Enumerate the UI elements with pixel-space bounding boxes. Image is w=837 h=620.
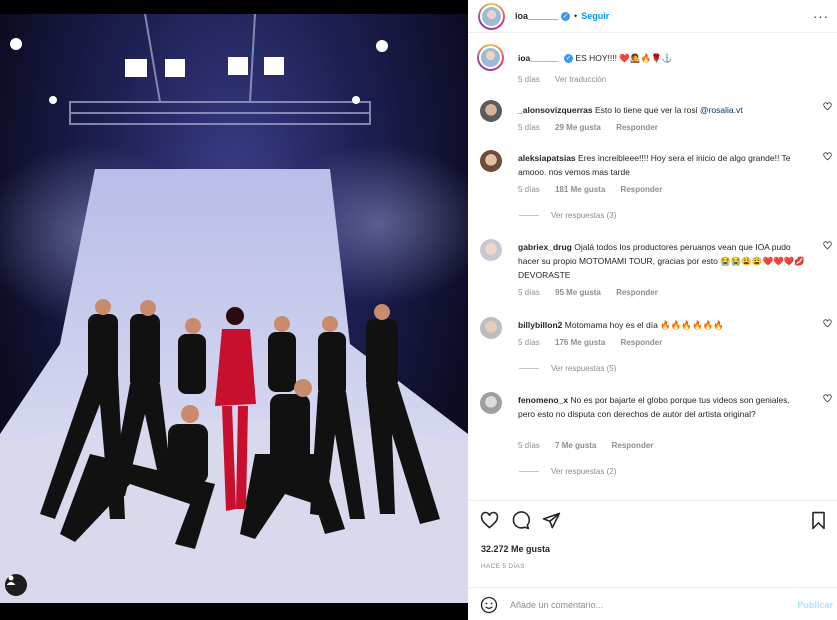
- comment-meta: 5 días 29 Me gusta Responder: [518, 123, 671, 132]
- comment-avatar[interactable]: [480, 317, 502, 339]
- author-username[interactable]: ioa______: [515, 11, 558, 21]
- comment-avatar[interactable]: [480, 392, 502, 414]
- heart-icon[interactable]: [823, 319, 832, 328]
- likes-count[interactable]: 32.272 Me gusta: [481, 544, 550, 554]
- view-replies-button[interactable]: Ver respuestas (3): [519, 211, 616, 220]
- post-actions: 32.272 Me gusta HACE 5 DÍAS Añade un com…: [468, 500, 837, 620]
- comment-likes[interactable]: 29 Me gusta: [555, 123, 601, 132]
- comments-list[interactable]: ioa______ ✓ ES HOY!!!! ❤️🧑‍🎤🔥🌹⚓ 5 días V…: [468, 40, 837, 498]
- comment-username[interactable]: gabriex_drug: [518, 242, 572, 252]
- avatar[interactable]: [478, 2, 505, 30]
- comment-username[interactable]: aleksiapatsias: [518, 153, 576, 163]
- heart-icon[interactable]: [823, 241, 832, 250]
- bookmark-icon[interactable]: [809, 511, 828, 530]
- caption-text: ES HOY!!!! ❤️🧑‍🎤🔥🌹⚓: [575, 53, 673, 63]
- separator-dot: •: [574, 11, 578, 21]
- caption-avatar[interactable]: [477, 44, 504, 71]
- post-side-panel: ioa______ ✓ • Seguir ··· ioa______ ✓ ES …: [468, 0, 837, 620]
- view-replies-label[interactable]: Ver respuestas (5): [551, 364, 616, 373]
- user-tag-icon[interactable]: [5, 574, 27, 596]
- comment-meta: 5 días 95 Me gusta Responder: [518, 288, 671, 297]
- bottom-black-bar: [0, 603, 468, 620]
- caption-meta: 5 días Ver traducción: [518, 75, 619, 84]
- comment-bubble-icon[interactable]: [511, 511, 530, 530]
- comment-meta: 5 días 181 Me gusta Responder: [518, 185, 675, 194]
- comment-likes[interactable]: 95 Me gusta: [555, 288, 601, 297]
- reply-button[interactable]: Responder: [612, 441, 654, 450]
- replies-line: [519, 471, 539, 472]
- view-replies-button[interactable]: Ver respuestas (2): [519, 467, 616, 476]
- verified-badge-icon: ✓: [564, 54, 574, 64]
- share-paper-plane-icon[interactable]: [542, 511, 561, 530]
- add-comment-bar: Añade un comentario... Publicar: [468, 587, 837, 620]
- comment-text: Motomama hoy es el día 🔥🔥🔥🔥🔥🔥: [564, 320, 724, 330]
- heart-icon[interactable]: [823, 152, 832, 161]
- stage-illustration: [0, 14, 468, 603]
- comment-time[interactable]: 5 días: [518, 441, 540, 450]
- like-heart-icon[interactable]: [480, 511, 499, 530]
- caption-username[interactable]: ioa______: [518, 53, 559, 63]
- comment-avatar[interactable]: [480, 150, 502, 172]
- reply-button[interactable]: Responder: [621, 185, 663, 194]
- view-replies-button[interactable]: Ver respuestas (5): [519, 364, 616, 373]
- replies-line: [519, 215, 539, 216]
- comment-username[interactable]: _alonsovizquerras: [518, 105, 593, 115]
- comment-mention[interactable]: @rosalia.vt: [700, 105, 743, 115]
- view-replies-label[interactable]: Ver respuestas (2): [551, 467, 616, 476]
- post-photo[interactable]: [0, 14, 468, 603]
- heart-icon[interactable]: [823, 102, 832, 111]
- comment-meta: 5 días 7 Me gusta Responder: [518, 441, 666, 450]
- post-header: ioa______ ✓ • Seguir ···: [468, 0, 837, 33]
- comment-time[interactable]: 5 días: [518, 185, 540, 194]
- follow-button[interactable]: Seguir: [581, 11, 609, 21]
- comment-likes[interactable]: 176 Me gusta: [555, 338, 605, 347]
- emoji-icon[interactable]: [480, 596, 498, 614]
- view-replies-label[interactable]: Ver respuestas (3): [551, 211, 616, 220]
- comment-time[interactable]: 5 días: [518, 338, 540, 347]
- heart-icon[interactable]: [823, 394, 832, 403]
- reply-button[interactable]: Responder: [616, 123, 658, 132]
- verified-badge-icon: ✓: [561, 11, 571, 21]
- caption-time[interactable]: 5 días: [518, 75, 540, 84]
- comment-time[interactable]: 5 días: [518, 123, 540, 132]
- comment-username[interactable]: fenomeno_x: [518, 395, 568, 405]
- comment-likes[interactable]: 7 Me gusta: [555, 441, 596, 450]
- translate-link[interactable]: Ver traducción: [555, 75, 606, 84]
- comment-input[interactable]: Añade un comentario...: [510, 600, 797, 610]
- replies-line: [519, 368, 539, 369]
- comment-avatar[interactable]: [480, 239, 502, 261]
- comment-avatar[interactable]: [480, 100, 502, 122]
- action-icons: [480, 511, 561, 533]
- publish-button[interactable]: Publicar: [797, 600, 833, 610]
- comment-time[interactable]: 5 días: [518, 288, 540, 297]
- comment-username[interactable]: billybillon2: [518, 320, 562, 330]
- comment-likes[interactable]: 181 Me gusta: [555, 185, 605, 194]
- reply-button[interactable]: Responder: [616, 288, 658, 297]
- comment-text: Esto lo tiene que ver la rosi: [595, 105, 698, 115]
- comment-meta: 5 días 176 Me gusta Responder: [518, 338, 675, 347]
- more-options-icon[interactable]: ···: [813, 9, 829, 24]
- posted-time[interactable]: HACE 5 DÍAS: [481, 563, 525, 570]
- reply-button[interactable]: Responder: [621, 338, 663, 347]
